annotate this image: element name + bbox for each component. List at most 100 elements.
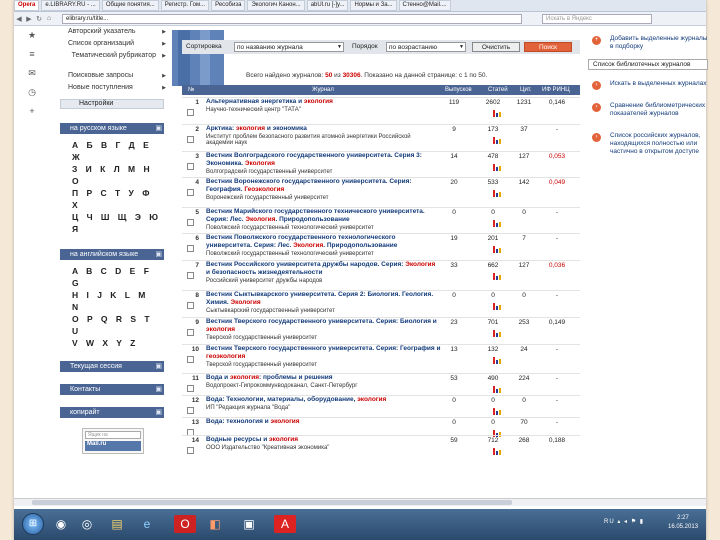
stats-chart-icon[interactable] <box>493 220 502 227</box>
journal-title-link[interactable]: Вестник Сыктывкарского университета. Сер… <box>206 291 441 307</box>
order-select[interactable]: по возрастанию <box>386 42 466 52</box>
forward-icon[interactable]: ▶ <box>24 15 34 23</box>
journal-title-link[interactable]: Вода и экология: проблемы и решения <box>206 374 441 382</box>
mail-logo[interactable]: Mail.ru <box>85 441 141 451</box>
articles-count[interactable]: 173 <box>478 126 508 133</box>
row-checkbox[interactable] <box>187 356 194 363</box>
home-icon[interactable]: ⌂ <box>44 15 54 22</box>
citations-count[interactable]: 142 <box>512 179 536 186</box>
tab-elibrary[interactable]: e.LIBRARY.RU - ... <box>41 0 100 11</box>
articles-count[interactable]: 478 <box>478 153 508 160</box>
citations-count[interactable]: 127 <box>512 262 536 269</box>
tab-norms[interactable]: Нормы и За... <box>350 0 397 11</box>
citations-count[interactable]: 1231 <box>512 99 536 106</box>
articles-count[interactable]: 201 <box>478 235 508 242</box>
reload-icon[interactable]: ↻ <box>34 15 44 23</box>
media-player-icon[interactable]: ◉ <box>50 515 72 533</box>
citations-count[interactable]: 253 <box>512 319 536 326</box>
internet-explorer-icon[interactable]: e <box>136 515 158 533</box>
citations-count[interactable]: 127 <box>512 153 536 160</box>
stats-chart-icon[interactable] <box>493 408 502 415</box>
english-alphabet-header[interactable]: на английском языке <box>60 249 164 260</box>
col-citations[interactable]: Цит. <box>520 87 532 93</box>
search-selected-link[interactable]: › Искать в выделенных журналах <box>584 80 708 90</box>
issues-count[interactable]: 19 <box>440 235 468 242</box>
tab-ecology-canon[interactable]: Экологич Канон... <box>247 0 305 11</box>
articles-count[interactable]: 2602 <box>478 99 508 106</box>
menu-organizations[interactable]: Список организаций <box>42 40 172 52</box>
current-session-header[interactable]: Текущая сессия <box>60 361 164 372</box>
russian-alphabet[interactable]: А Б В Г Д Е Ж З И К Л М Н О П Р С Т У Ф … <box>72 139 162 235</box>
stats-chart-icon[interactable] <box>493 386 502 393</box>
settings-button[interactable]: Настройки <box>60 99 164 109</box>
articles-count[interactable]: 712 <box>478 437 508 444</box>
stats-chart-icon[interactable] <box>493 246 502 253</box>
journal-title-link[interactable]: Вестник Воронежского государственного ун… <box>206 178 441 194</box>
articles-count[interactable]: 490 <box>478 375 508 382</box>
search-button[interactable]: Поиск <box>524 42 572 52</box>
articles-count[interactable]: 0 <box>478 292 508 299</box>
horizontal-scrollbar[interactable] <box>14 498 706 506</box>
articles-count[interactable]: 662 <box>478 262 508 269</box>
stats-chart-icon[interactable] <box>493 190 502 197</box>
journal-title-link[interactable]: Вода: Технологии, материалы, оборудовани… <box>206 396 441 404</box>
journal-title-link[interactable]: Водные ресурсы и экология <box>206 436 441 444</box>
scrollbar-thumb[interactable] <box>32 500 512 505</box>
citations-count[interactable]: 0 <box>512 292 536 299</box>
tab-register[interactable]: Регистр. Гом... <box>160 0 210 11</box>
stats-chart-icon[interactable] <box>493 448 502 455</box>
skype-icon[interactable]: ◎ <box>76 515 98 533</box>
col-issues[interactable]: Выпусков <box>445 87 472 93</box>
sort-select[interactable]: по названию журнала <box>234 42 344 52</box>
alphabet-row[interactable]: V W X Y Z <box>72 337 162 349</box>
clock[interactable]: 2:27 16.05.2013 <box>668 514 698 532</box>
citations-count[interactable]: 24 <box>512 346 536 353</box>
mail-login-input[interactable]: Ящик на <box>85 431 141 439</box>
menu-new-arrivals[interactable]: Новые поступления <box>42 84 172 96</box>
open-access-list-link[interactable]: › Список российских журналов, находящихс… <box>584 132 708 156</box>
col-num[interactable]: № <box>188 87 194 93</box>
issues-count[interactable]: 14 <box>440 153 468 160</box>
issues-count[interactable]: 59 <box>440 437 468 444</box>
journal-title-link[interactable]: Вестник Марийского государственного техн… <box>206 208 441 224</box>
library-list-select[interactable]: Список библиотечных журналов <box>588 59 708 70</box>
journal-title-link[interactable]: Вестник Волгоградского государственного … <box>206 152 441 168</box>
tab-mail[interactable]: Стенно@Mail.... <box>398 0 451 11</box>
articles-count[interactable]: 533 <box>478 179 508 186</box>
language-indicator[interactable]: RU <box>604 519 615 525</box>
alphabet-row[interactable]: O P Q R S T U <box>72 313 162 337</box>
row-checkbox[interactable] <box>187 329 194 336</box>
row-checkbox[interactable] <box>187 189 194 196</box>
journal-title-link[interactable]: Вестник Российского университета дружбы … <box>206 261 441 277</box>
row-checkbox[interactable] <box>187 136 194 143</box>
journal-title-link[interactable]: Арктика: экология и экономика <box>206 125 441 133</box>
journal-title-link[interactable]: Вестник Поволжского государственного тех… <box>206 234 441 250</box>
citations-count[interactable]: 0 <box>512 209 536 216</box>
issues-count[interactable]: 23 <box>440 319 468 326</box>
issues-count[interactable]: 20 <box>440 179 468 186</box>
compare-link[interactable]: › Сравнение библиометрических показателе… <box>584 102 708 118</box>
stats-chart-icon[interactable] <box>493 110 502 117</box>
row-checkbox[interactable] <box>187 163 194 170</box>
issues-count[interactable]: 0 <box>440 292 468 299</box>
stats-chart-icon[interactable] <box>493 164 502 171</box>
row-checkbox[interactable] <box>187 447 194 454</box>
tab-abul[interactable]: abUl.ru [-]у... <box>306 0 349 11</box>
stats-chart-icon[interactable] <box>493 273 502 280</box>
back-icon[interactable]: ◀ <box>14 15 24 23</box>
col-journal[interactable]: Журнал <box>312 87 334 93</box>
tab-opera[interactable]: Opera <box>14 0 40 11</box>
citations-count[interactable]: 224 <box>512 375 536 382</box>
copyright-header[interactable]: копирайт <box>60 407 164 418</box>
issues-count[interactable]: 53 <box>440 375 468 382</box>
menu-author-index[interactable]: Авторский указатель <box>42 28 172 40</box>
col-impact[interactable]: ИФ РИНЦ <box>542 87 570 93</box>
stats-chart-icon[interactable] <box>493 303 502 310</box>
issues-count[interactable]: 0 <box>440 397 468 404</box>
citations-count[interactable]: 0 <box>512 397 536 404</box>
articles-count[interactable]: 0 <box>478 419 508 426</box>
citations-count[interactable]: 37 <box>512 126 536 133</box>
start-button[interactable]: ⊞ <box>22 513 44 535</box>
issues-count[interactable]: 0 <box>440 209 468 216</box>
explorer-folder-icon[interactable]: ▤ <box>106 515 128 533</box>
